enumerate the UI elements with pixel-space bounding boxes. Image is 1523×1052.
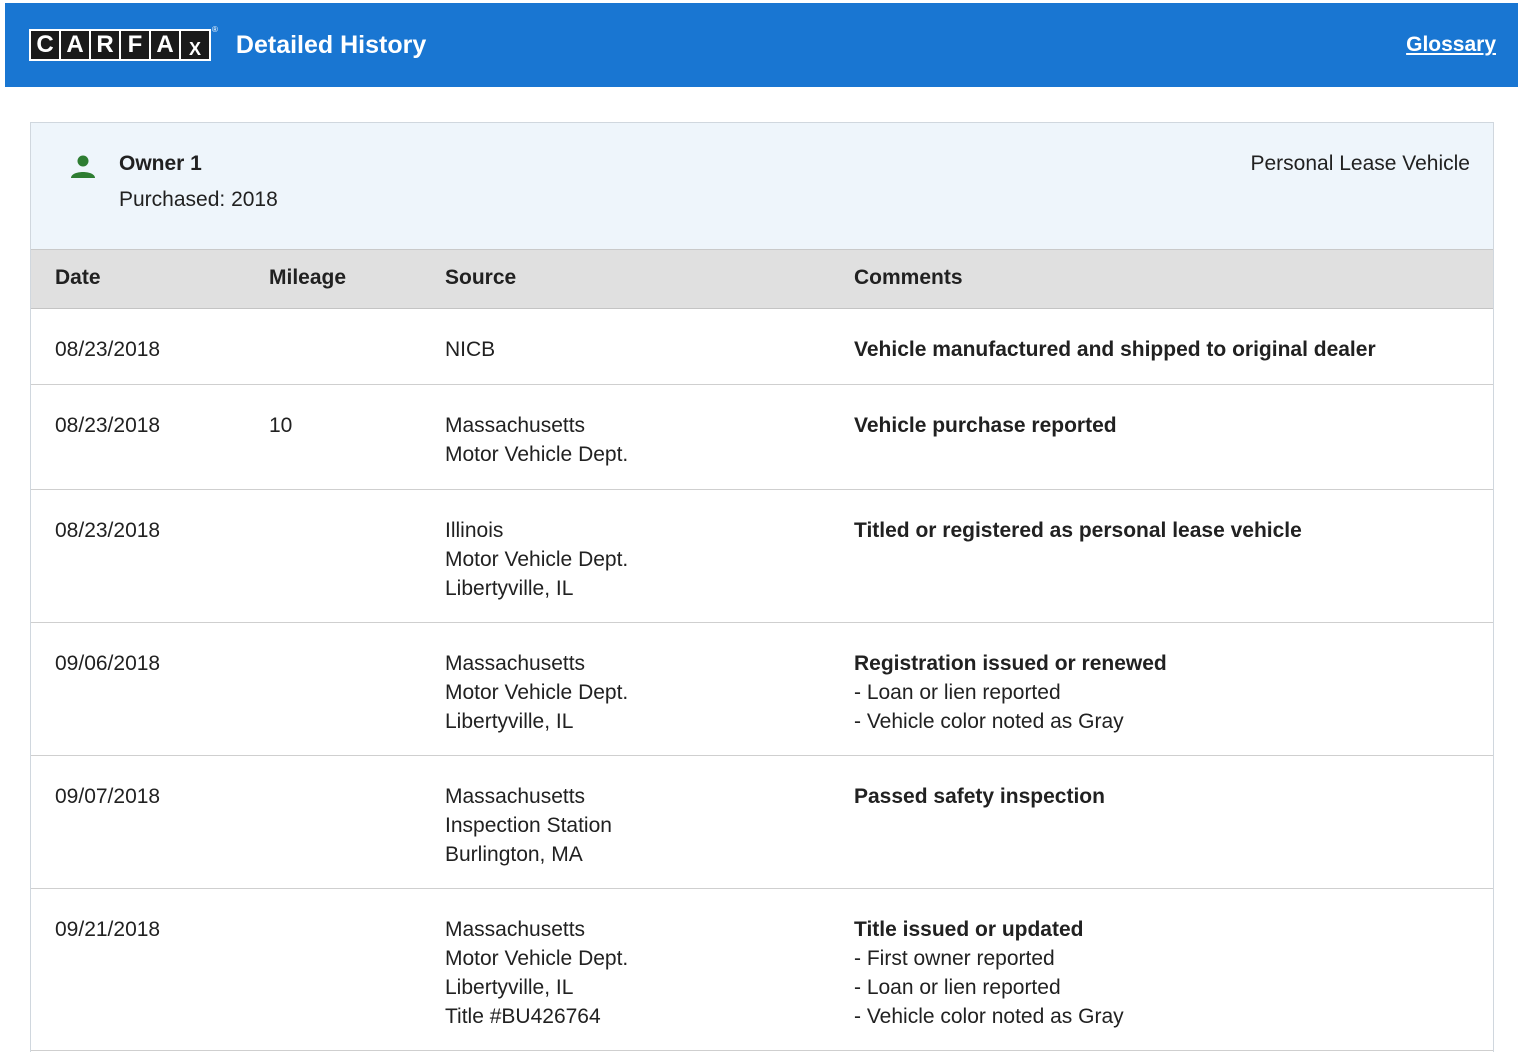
row-date: 08/23/2018 — [55, 414, 161, 437]
row-comments: Passed safety inspection — [854, 782, 1105, 811]
row-date: 09/21/2018 — [55, 918, 161, 941]
person-icon — [71, 155, 95, 178]
comment-detail: - Vehicle color noted as Gray — [854, 710, 1124, 733]
logo-letter: F — [121, 31, 149, 59]
row-comments: Vehicle manufactured and shipped to orig… — [854, 335, 1376, 364]
row-comments: Registration issued or renewed - Loan or … — [854, 649, 1167, 736]
carfax-logo: C A R F A X — [29, 29, 211, 61]
comment-title: Passed safety inspection — [854, 785, 1105, 808]
row-source: Massachusetts Motor Vehicle Dept. Libertyv… — [445, 915, 628, 1031]
source-line: Title #BU426764 — [445, 1005, 601, 1028]
glossary-link[interactable]: Glossary — [1406, 33, 1496, 57]
row-comments: Titled or registered as personal lease v… — [854, 516, 1302, 545]
column-header-source: Source — [445, 266, 517, 289]
row-source: Massachusetts Motor Vehicle Dept. Libertyv… — [445, 649, 628, 736]
source-line: Motor Vehicle Dept. — [445, 443, 629, 466]
row-date: 08/23/2018 — [55, 519, 161, 542]
row-source: NICB — [445, 335, 495, 364]
comment-detail: - Loan or lien reported — [854, 976, 1061, 999]
table-header: Date Mileage Source Comments — [31, 250, 1493, 309]
logo-letter: C — [31, 31, 59, 59]
source-line: Libertyville, IL — [445, 710, 574, 733]
report-header: C A R F A X ® Detailed History Glossary — [5, 3, 1518, 87]
logo-letter: A — [61, 31, 89, 59]
owner-vehicle-type: Personal Lease Vehicle — [1250, 152, 1471, 175]
history-table-body: 08/23/2018 NICB Vehicle manufactured and s… — [31, 309, 1493, 1051]
row-mileage: 10 — [269, 414, 293, 437]
source-line: Massachusetts — [445, 414, 586, 437]
source-line: Motor Vehicle Dept. — [445, 947, 629, 970]
comment-title: Registration issued or renewed — [854, 652, 1167, 675]
comment-detail: - Loan or lien reported — [854, 681, 1061, 704]
row-date: 08/23/2018 — [55, 338, 161, 361]
table-row: 08/23/2018 NICB Vehicle manufactured and s… — [31, 309, 1493, 385]
column-header-comments: Comments — [854, 266, 963, 289]
row-date: 09/06/2018 — [55, 652, 161, 675]
table-row: 09/21/2018 Massachusetts Motor Vehicle Dep… — [31, 889, 1493, 1051]
owner-history-card: Owner 1 Purchased: 2018 Personal Lease V… — [30, 122, 1494, 1052]
comment-title: Vehicle manufactured and shipped to orig… — [854, 338, 1376, 361]
source-line: Motor Vehicle Dept. — [445, 548, 629, 571]
comment-title: Titled or registered as personal lease v… — [854, 519, 1302, 542]
page-frame — [0, 0, 5, 1052]
row-comments: Title issued or updated - First owner rep… — [854, 915, 1124, 1031]
source-line: Massachusetts — [445, 652, 586, 675]
logo-trademark: ® — [212, 25, 218, 34]
comment-detail: - Vehicle color noted as Gray — [854, 1005, 1124, 1028]
source-line: Libertyville, IL — [445, 976, 574, 999]
comment-title: Title issued or updated — [854, 918, 1084, 941]
comment-detail: - First owner reported — [854, 947, 1055, 970]
source-line: NICB — [445, 338, 496, 361]
table-row: 08/23/2018 Illinois Motor Vehicle Dept. Lib… — [31, 490, 1493, 623]
source-line: Libertyville, IL — [445, 577, 574, 600]
source-line: Inspection Station — [445, 814, 612, 837]
row-date: 09/07/2018 — [55, 785, 161, 808]
row-comments: Vehicle purchase reported — [854, 411, 1117, 440]
table-row: 09/06/2018 Massachusetts Motor Vehicle Dep… — [31, 623, 1493, 756]
logo-letter: A — [151, 31, 179, 59]
column-header-date: Date — [55, 266, 101, 289]
row-source: Massachusetts Inspection Station Burlingto… — [445, 782, 612, 869]
owner-summary: Owner 1 Purchased: 2018 Personal Lease V… — [31, 123, 1493, 250]
comment-title: Vehicle purchase reported — [854, 414, 1117, 437]
source-line: Burlington, MA — [445, 843, 583, 866]
source-line: Massachusetts — [445, 785, 586, 808]
source-line: Motor Vehicle Dept. — [445, 681, 629, 704]
row-source: Massachusetts Motor Vehicle Dept. — [445, 411, 628, 469]
table-row: 08/23/2018 10 Massachusetts Motor Vehicle D… — [31, 385, 1493, 490]
logo-letter: X — [181, 31, 209, 59]
table-row: 09/07/2018 Massachusetts Inspection Statio… — [31, 756, 1493, 889]
source-line: Massachusetts — [445, 918, 586, 941]
owner-name: Owner 1 — [119, 152, 202, 175]
source-line: Illinois — [445, 519, 504, 542]
owner-purchased: Purchased: 2018 — [119, 188, 278, 211]
column-header-mileage: Mileage — [269, 266, 347, 289]
logo-letter: R — [91, 31, 119, 59]
row-source: Illinois Motor Vehicle Dept. Libertyville,… — [445, 516, 628, 603]
page-title: Detailed History — [235, 30, 427, 59]
